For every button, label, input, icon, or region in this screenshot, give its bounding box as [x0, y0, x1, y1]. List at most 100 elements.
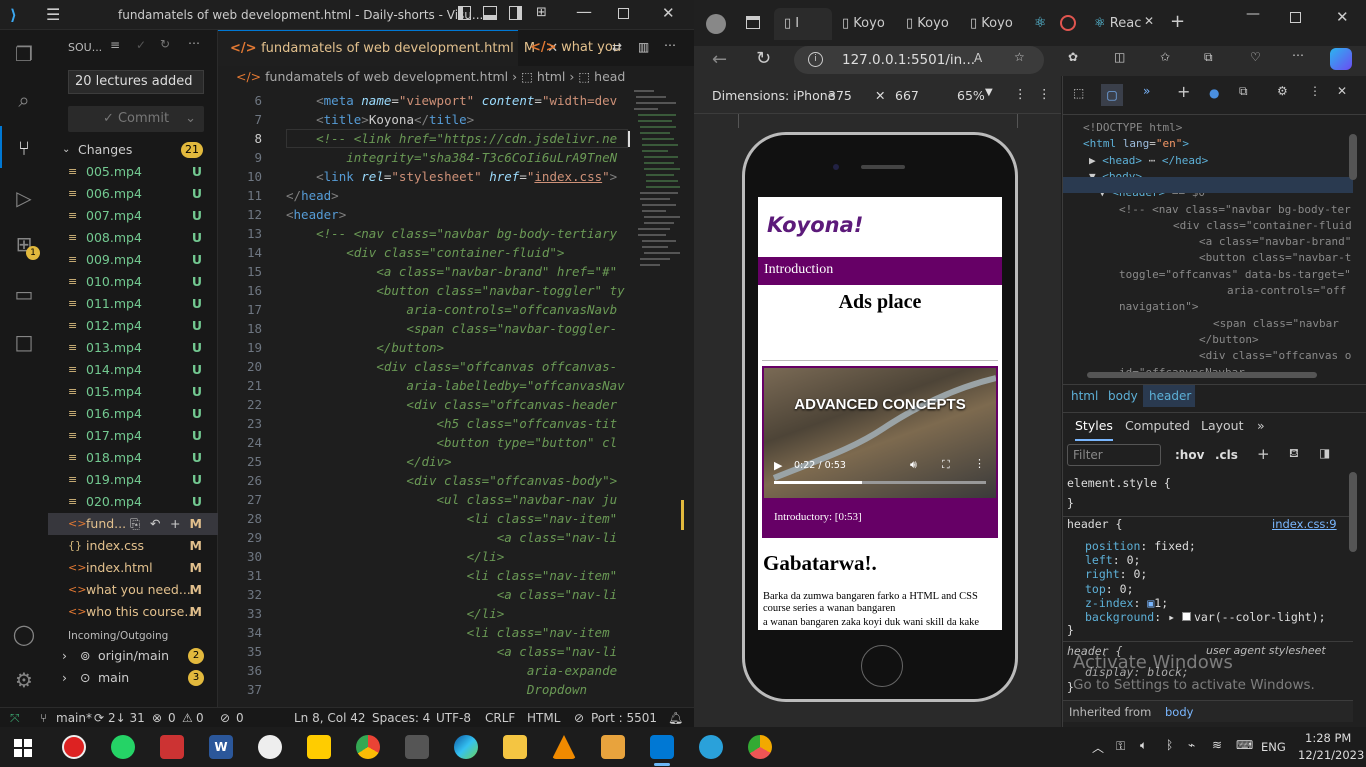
- language-indicator[interactable]: ENG: [1261, 740, 1286, 754]
- volume-icon[interactable]: 🔈︎: [1140, 738, 1147, 753]
- branch-item[interactable]: › ⊙ main 3: [48, 667, 218, 689]
- refresh-icon[interactable]: ↻: [160, 37, 170, 51]
- device-dimensions-select[interactable]: Dimensions: iPhone: [712, 88, 835, 103]
- changed-file-item[interactable]: ≡ 012.mp4 U: [48, 315, 218, 337]
- browser-tab[interactable]: ▯ Koyo: [970, 8, 1013, 40]
- css-property[interactable]: z-index: ▣1;: [1085, 596, 1168, 610]
- bluetooth-icon[interactable]: ᛒ: [1166, 738, 1173, 752]
- device-height-input[interactable]: 667: [895, 88, 919, 103]
- run-debug-icon[interactable]: ▷: [10, 184, 38, 212]
- layout-toggle-icon[interactable]: [458, 6, 471, 20]
- changed-file-item[interactable]: ≡ 013.mp4 U: [48, 337, 218, 359]
- changed-file-item[interactable]: ≡ 018.mp4 U: [48, 447, 218, 469]
- commit-message-input[interactable]: 20 lectures added: [68, 70, 204, 94]
- video-player[interactable]: ADVANCED CONCEPTS ▶ 0:22 / 0:53 🔊︎ ⛶ ⋮: [764, 368, 996, 498]
- back-icon[interactable]: ←: [712, 49, 727, 70]
- dom-node[interactable]: <a class="navbar-brand": [1063, 234, 1353, 250]
- code-line[interactable]: aria-controls="offcanvasNavb: [286, 300, 626, 319]
- changed-file-item[interactable]: ≡ 014.mp4 U: [48, 359, 218, 381]
- explorer-icon[interactable]: ❐: [10, 40, 38, 68]
- cursor-position[interactable]: Ln 8, Col 42: [294, 708, 366, 729]
- file-explorer-icon[interactable]: [503, 735, 527, 759]
- css-property[interactable]: right: 0;: [1085, 567, 1147, 581]
- changed-file-item[interactable]: ≡ 016.mp4 U: [48, 403, 218, 425]
- tab-styles[interactable]: Styles: [1075, 413, 1113, 441]
- close-icon[interactable]: ✕: [662, 4, 675, 22]
- sync-status[interactable]: 2↓ 31: [108, 708, 145, 729]
- minimap[interactable]: [632, 88, 680, 278]
- browser-tab-active[interactable]: ▯ I: [774, 8, 832, 40]
- elements-tab-icon[interactable]: »: [1143, 84, 1150, 98]
- fullscreen-icon[interactable]: ⛶: [942, 458, 950, 472]
- network-icon[interactable]: ⌁: [1188, 738, 1195, 752]
- header-rule-selector[interactable]: header {: [1067, 517, 1122, 531]
- commit-check-icon[interactable]: ✓: [136, 38, 146, 52]
- windows-start-icon[interactable]: [14, 739, 32, 757]
- play-icon[interactable]: ▶: [774, 459, 782, 472]
- tab-close-icon[interactable]: ✕: [1144, 14, 1154, 28]
- code-line[interactable]: <li class="nav-item: [286, 623, 626, 642]
- code-line[interactable]: <a class="nav-li: [286, 585, 626, 604]
- code-line[interactable]: </div>: [286, 452, 626, 471]
- new-tab-icon[interactable]: +: [1170, 11, 1185, 32]
- element-style-rule[interactable]: element.style {: [1067, 476, 1171, 490]
- dom-node[interactable]: </button>: [1063, 332, 1353, 348]
- code-line[interactable]: integrity="sha384-T3c6CoIi6uLrA9TneN: [286, 148, 626, 167]
- code-line[interactable]: </head>: [286, 186, 626, 205]
- dom-node[interactable]: toggle="offcanvas" data-bs-target=": [1063, 267, 1353, 283]
- changed-file-item[interactable]: ≡ 010.mp4 U: [48, 271, 218, 293]
- dom-scrollbar[interactable]: [1349, 134, 1357, 180]
- code-line[interactable]: <!-- <nav class="navbar bg-body-tertiary: [286, 224, 626, 243]
- problems-count[interactable]: 0: [168, 708, 176, 729]
- code-line[interactable]: <button type="button" cl: [286, 433, 626, 452]
- code-line[interactable]: <div class="offcanvas-header: [286, 395, 626, 414]
- settings-more-icon[interactable]: ⋯: [1292, 48, 1304, 62]
- changed-file-item[interactable]: <> fund... M ⎘ ↶ +: [48, 513, 218, 535]
- changed-file-item[interactable]: ≡ 005.mp4 U: [48, 161, 218, 183]
- language-mode[interactable]: HTML: [527, 708, 560, 729]
- code-line[interactable]: </button>: [286, 338, 626, 357]
- cls-toggle[interactable]: .cls: [1215, 448, 1238, 462]
- favorites-icon[interactable]: ✩: [1160, 50, 1170, 64]
- devtools-close-icon[interactable]: ✕: [1337, 84, 1347, 98]
- inherited-element[interactable]: body: [1165, 701, 1193, 723]
- vlc-icon[interactable]: [552, 735, 576, 759]
- record-app-icon[interactable]: [62, 735, 86, 759]
- new-rule-icon[interactable]: +: [1257, 445, 1270, 463]
- telegram-icon[interactable]: [699, 735, 723, 759]
- tab-layout[interactable]: Layout: [1201, 413, 1244, 439]
- changes-header[interactable]: ⌄ Changes 21: [48, 139, 218, 161]
- keyboard-icon[interactable]: ⌨: [1236, 738, 1253, 752]
- dom-node[interactable]: <button class="navbar-t: [1063, 250, 1353, 266]
- crumb-header[interactable]: header: [1143, 385, 1195, 407]
- code-line[interactable]: <li class="nav-item": [286, 509, 626, 528]
- tab-computed[interactable]: Computed: [1125, 413, 1190, 439]
- clock-date[interactable]: 12/21/2023: [1298, 748, 1364, 762]
- wifi-icon[interactable]: ≋: [1212, 738, 1222, 752]
- address-bar[interactable]: i 127.0.0.1:5501/in... A ☆: [794, 46, 1044, 74]
- maximize-icon[interactable]: [1290, 12, 1301, 23]
- live-server-port[interactable]: Port : 5501: [591, 708, 657, 729]
- zoom-select[interactable]: 65%: [957, 88, 985, 103]
- vscode-taskbar-icon[interactable]: [650, 735, 674, 759]
- close-icon[interactable]: ✕: [1336, 8, 1349, 26]
- encoding[interactable]: UTF-8: [436, 708, 471, 729]
- breadcrumb-file[interactable]: fundamatels of web development.html: [265, 69, 508, 84]
- code-line[interactable]: <title>Koyona</title>: [286, 110, 626, 129]
- profile-avatar[interactable]: [706, 14, 726, 34]
- changed-file-item[interactable]: {} index.css M: [48, 535, 218, 557]
- edge-icon[interactable]: [454, 735, 478, 759]
- code-line[interactable]: <span class="navbar-toggler-: [286, 319, 626, 338]
- video-more-icon[interactable]: ⋮: [974, 457, 985, 470]
- remote-explorer-icon[interactable]: ▭: [10, 280, 38, 308]
- code-line[interactable]: <h5 class="offcanvas-tit: [286, 414, 626, 433]
- code-line[interactable]: <div class="offcanvas offcanvas-: [286, 357, 626, 376]
- styles-scrollbar[interactable]: [1349, 472, 1357, 552]
- changed-file-item[interactable]: <> index.html M: [48, 557, 218, 579]
- browser-tab[interactable]: ▯ Koyo: [842, 8, 885, 40]
- changed-file-item[interactable]: ≡ 009.mp4 U: [48, 249, 218, 271]
- inspect-icon[interactable]: ⬚: [1073, 86, 1084, 100]
- tab-what-you[interactable]: </> what you: [518, 30, 621, 66]
- collections-icon[interactable]: ⧉: [1204, 50, 1213, 65]
- video-progress-track[interactable]: [774, 481, 986, 484]
